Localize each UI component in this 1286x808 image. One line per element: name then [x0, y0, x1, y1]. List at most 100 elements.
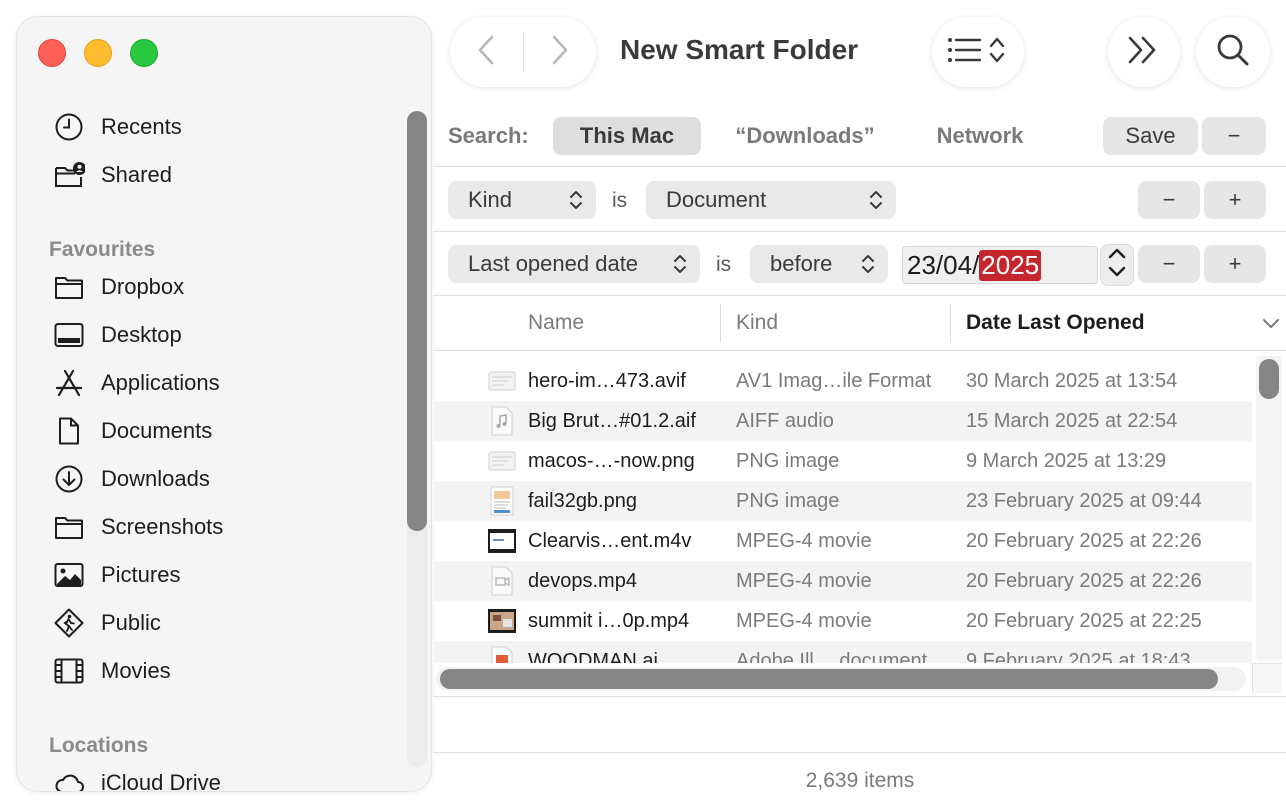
sidebar-scrollbar[interactable] [407, 111, 427, 767]
sidebar-item-movies[interactable]: Movies [51, 651, 171, 691]
add-criteria-button[interactable]: + [1204, 181, 1266, 219]
scope-network[interactable]: Network [916, 117, 1044, 155]
chevron-up-down-icon [868, 187, 884, 213]
scrollbar-corner [1252, 663, 1282, 693]
date-stepper[interactable] [1100, 244, 1134, 286]
view-options-button[interactable] [932, 17, 1024, 87]
criteria-value-document-popup[interactable]: Document [646, 181, 896, 219]
sidebar-item-downloads[interactable]: Downloads [51, 459, 210, 499]
more-toolbar-items-button[interactable] [1108, 17, 1180, 87]
sidebar-item-label: Public [101, 610, 161, 635]
chevron-up-icon[interactable] [1106, 246, 1128, 265]
criteria-attribute-last-opened-popup[interactable]: Last opened date [448, 245, 700, 283]
back-button[interactable] [450, 17, 523, 87]
date-day-month: 23/04/ [907, 249, 980, 280]
file-date: 30 March 2025 at 13:54 [966, 369, 1178, 392]
sidebar-item-pictures[interactable]: Pictures [51, 555, 180, 595]
date-input[interactable]: 23/04/2025 [902, 246, 1098, 284]
sidebar-item-recents[interactable]: Recents [51, 107, 182, 147]
list-view-icon [946, 33, 1010, 72]
horizontal-scrollbar-thumb[interactable] [440, 669, 1218, 689]
document-icon [51, 415, 87, 447]
chevron-double-right-icon [1126, 34, 1162, 71]
sidebar-item-label: Documents [101, 418, 213, 443]
file-name: fail32gb.png [528, 489, 637, 512]
remove-criteria-button[interactable]: − [1138, 181, 1200, 219]
chevron-up-down-icon [860, 251, 876, 277]
scope-this-mac[interactable]: This Mac [553, 117, 701, 155]
sidebar-item-icloud-drive[interactable]: iCloud Drive [51, 763, 221, 792]
vertical-scrollbar-thumb[interactable] [1259, 359, 1279, 399]
file-list: hero-im…473.avif AV1 Imag…ile Format 30 … [434, 361, 1252, 663]
sidebar-item-label: Desktop [101, 322, 182, 347]
sidebar-item-desktop[interactable]: Desktop [51, 315, 182, 355]
remove-criteria-button[interactable]: − [1138, 245, 1200, 283]
sidebar-item-label: Pictures [101, 562, 181, 587]
divider [434, 231, 1286, 232]
file-kind: MPEG-4 movie [736, 609, 872, 632]
popup-label: Last opened date [468, 251, 639, 276]
search-button[interactable] [1196, 17, 1270, 87]
cloud-icon [51, 767, 87, 791]
file-date: 20 February 2025 at 22:26 [966, 569, 1202, 592]
file-name: macos-…-now.png [528, 449, 695, 472]
file-list-horizontal-scrollbar[interactable] [436, 667, 1246, 691]
sidebar-item-label: Shared [101, 162, 172, 187]
date-year-selected[interactable]: 2025 [979, 249, 1042, 281]
file-date: 20 February 2025 at 22:26 [966, 529, 1202, 552]
folder-icon [51, 511, 87, 543]
audio-file-icon [488, 406, 516, 436]
divider [434, 166, 1286, 167]
remove-search-button[interactable]: − [1202, 117, 1266, 155]
table-row[interactable]: summit i…0p.mp4 MPEG-4 movie 20 February… [434, 601, 1252, 641]
table-row[interactable]: WOODMAN.ai Adobe Ill… document 9 Februar… [434, 641, 1252, 663]
column-header-name[interactable]: Name [528, 311, 584, 335]
table-row[interactable]: Big Brut…#01.2.aif AIFF audio 15 March 2… [434, 401, 1252, 441]
sidebar-item-label: iCloud Drive [101, 770, 221, 792]
forward-button[interactable] [524, 17, 597, 87]
search-scope-label: Search: [448, 123, 529, 148]
column-header-date-last-opened[interactable]: Date Last Opened [966, 311, 1145, 335]
save-search-button[interactable]: Save [1103, 117, 1198, 155]
chevron-down-icon[interactable] [1106, 265, 1128, 284]
clock-icon [51, 111, 87, 143]
table-row[interactable]: fail32gb.png PNG image 23 February 2025 … [434, 481, 1252, 521]
divider [434, 350, 1286, 351]
sidebar-item-documents[interactable]: Documents [51, 411, 212, 451]
video-file-icon [488, 566, 516, 596]
file-list-vertical-scrollbar[interactable] [1256, 356, 1282, 660]
file-date: 9 February 2025 at 18:43 [966, 649, 1191, 664]
close-window-button[interactable] [38, 39, 66, 67]
chevron-left-icon [475, 34, 497, 71]
chevron-right-icon [549, 34, 571, 71]
applications-icon [51, 367, 87, 399]
table-row[interactable]: macos-…-now.png PNG image 9 March 2025 a… [434, 441, 1252, 481]
criteria-comparison-before-popup[interactable]: before [750, 245, 888, 283]
sidebar-scrollbar-thumb[interactable] [407, 111, 427, 531]
column-header-kind[interactable]: Kind [736, 311, 778, 335]
download-icon [51, 463, 87, 495]
scope-downloads[interactable]: “Downloads” [714, 117, 896, 155]
file-name: WOODMAN.ai [528, 649, 658, 664]
sidebar-item-screenshots[interactable]: Screenshots [51, 507, 223, 547]
divider [434, 295, 1286, 296]
criteria-attribute-kind-popup[interactable]: Kind [448, 181, 596, 219]
zoom-window-button[interactable] [130, 39, 158, 67]
table-row[interactable]: hero-im…473.avif AV1 Imag…ile Format 30 … [434, 361, 1252, 401]
column-separator[interactable] [720, 304, 721, 342]
sidebar-item-applications[interactable]: Applications [51, 363, 220, 403]
sidebar-section-favourites: Favourites [49, 238, 156, 261]
sidebar-item-dropbox[interactable]: Dropbox [51, 267, 184, 307]
file-kind: PNG image [736, 449, 840, 472]
table-row[interactable]: Clearvis…ent.m4v MPEG-4 movie 20 Februar… [434, 521, 1252, 561]
sidebar-item-public[interactable]: Public [51, 603, 161, 643]
add-criteria-button[interactable]: + [1204, 245, 1266, 283]
minimize-window-button[interactable] [84, 39, 112, 67]
sort-chevron-down-icon[interactable] [1262, 316, 1280, 334]
popup-label: Document [666, 187, 767, 212]
sidebar-item-shared[interactable]: Shared [51, 155, 172, 195]
search-icon [1215, 32, 1251, 73]
table-row[interactable]: devops.mp4 MPEG-4 movie 20 February 2025… [434, 561, 1252, 601]
column-separator[interactable] [950, 304, 951, 342]
public-icon [51, 607, 87, 639]
